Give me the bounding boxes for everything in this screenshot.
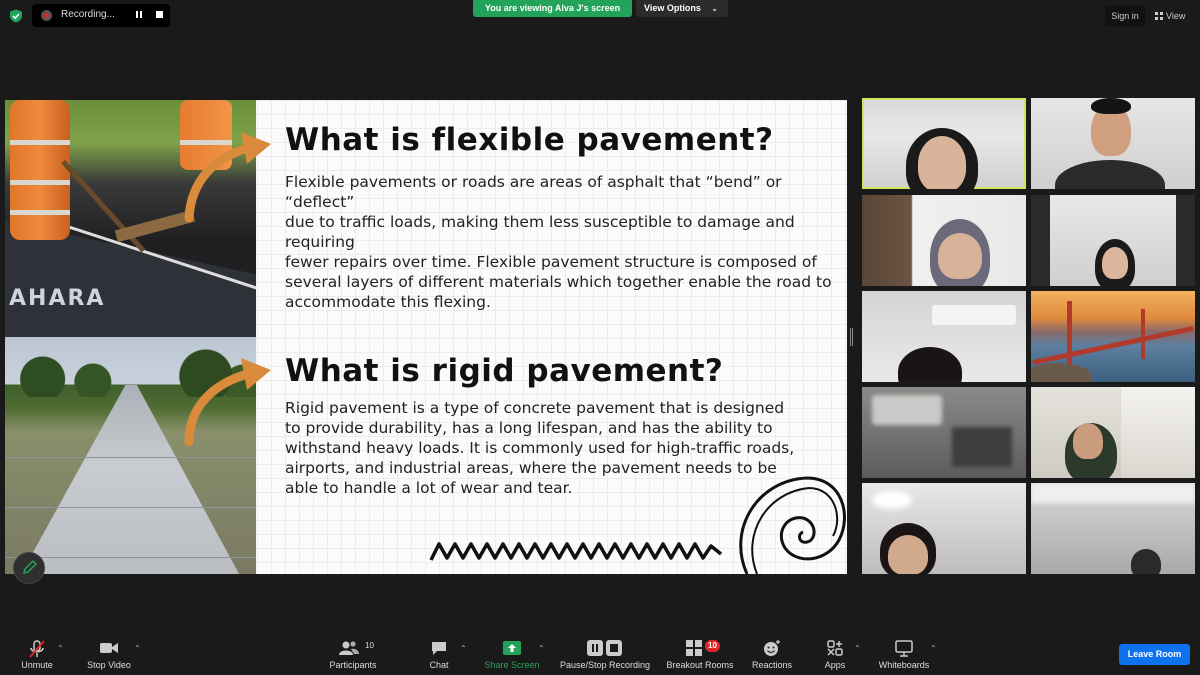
participants-icon [339,641,359,655]
unmute-button[interactable]: Unmute [10,637,64,675]
participant-video-tile[interactable] [862,98,1026,189]
paragraph-line: airports, and industrial areas, where th… [285,459,777,477]
breakout-rooms-button[interactable]: 10 Breakout Rooms [663,637,737,675]
apps-button[interactable]: Apps [818,637,852,675]
video-camera-icon [100,643,118,653]
reactions-label: Reactions [751,660,793,670]
whiteboards-options-caret-icon[interactable]: ⌃ [930,644,937,653]
zigzag-decoration [429,542,723,561]
photo-brand-watermark: AHARA [9,286,106,311]
participants-button[interactable]: 10 Participants [325,637,381,675]
paragraph-line: due to traffic loads, making them less s… [285,213,795,251]
share-screen-icon [503,641,521,655]
security-shield-icon[interactable] [9,9,23,23]
paragraph-line: Rigid pavement is a type of concrete pav… [285,399,785,417]
chat-button[interactable]: Chat [424,637,454,675]
participant-video-tile[interactable] [1031,98,1195,189]
stop-video-button[interactable]: Stop Video [80,637,138,675]
participant-video-tile[interactable] [1031,291,1195,382]
view-button[interactable]: View [1152,6,1192,26]
paragraph-line: to provide durability, has a long lifesp… [285,419,773,437]
pause-stop-recording-icon [587,640,622,656]
chevron-down-icon: ⌄ [711,4,718,13]
chat-bubble-icon [432,642,446,655]
sign-in-button[interactable]: Sign in [1105,6,1145,26]
pause-recording-icon[interactable] [128,6,150,23]
rigid-pavement-paragraph: Rigid pavement is a type of concrete pav… [285,398,794,498]
participant-video-tile[interactable] [1031,387,1195,478]
curved-arrow-icon [184,132,271,223]
recording-label: Recording... [61,9,115,20]
paragraph-line: accommodate this flexing. [285,293,491,311]
audio-options-caret-icon[interactable]: ⌃ [57,644,64,653]
pause-stop-recording-label: Pause/Stop Recording [559,660,651,670]
leave-room-button[interactable]: Leave Room [1119,644,1190,665]
viewing-screen-banner: You are viewing Alva J's screen [473,0,632,17]
whiteboards-label: Whiteboards [878,660,930,670]
paragraph-line: withstand heavy loads. It is commonly us… [285,439,795,457]
apps-options-caret-icon[interactable]: ⌃ [854,644,861,653]
flexible-pavement-heading: What is flexible pavement? [285,122,774,158]
reactions-button[interactable]: Reactions [748,637,796,675]
whiteboard-icon [895,640,913,657]
participants-count: 10 [365,641,374,650]
participant-video-tile[interactable] [862,387,1026,478]
view-options-label: View Options [644,3,701,13]
spiral-decoration [739,476,846,574]
breakout-rooms-icon [686,640,702,656]
share-options-caret-icon[interactable]: ⌃ [538,644,545,653]
microphone-muted-icon [29,640,45,658]
curved-arrow-icon [184,358,271,447]
share-screen-button[interactable]: Share Screen [483,637,541,675]
paragraph-line: several layers of different materials wh… [285,273,832,291]
breakout-rooms-label: Breakout Rooms [666,660,734,670]
resize-divider-handle[interactable] [850,328,853,346]
apps-icon [827,640,843,656]
share-screen-label: Share Screen [484,660,540,670]
reactions-smiley-icon [764,640,780,656]
apps-label: Apps [824,660,846,670]
participant-video-tile[interactable] [1031,195,1195,286]
video-options-caret-icon[interactable]: ⌃ [134,644,141,653]
shared-screen-slide: AHARA What is flexible pavement? Flexibl… [5,100,847,574]
chat-label: Chat [429,660,449,670]
pencil-icon [22,559,38,575]
paragraph-line: Flexible pavements or roads are areas of… [285,173,782,211]
paragraph-line: fewer repairs over time. Flexible paveme… [285,253,817,271]
participant-video-tile[interactable] [862,483,1026,574]
unmute-label: Unmute [21,660,53,670]
rigid-pavement-heading: What is rigid pavement? [285,353,724,389]
annotate-pencil-button[interactable] [13,552,45,584]
pause-stop-recording-button[interactable]: Pause/Stop Recording [556,637,654,675]
view-options-button[interactable]: View Options ⌄ [636,0,728,17]
participant-video-tile[interactable] [862,291,1026,382]
grid-view-icon [1155,12,1163,20]
recording-dot-icon [41,10,52,21]
breakout-rooms-badge: 10 [705,640,720,652]
paragraph-line: able to handle a lot of wear and tear. [285,479,573,497]
participants-label: Participants [329,660,377,670]
stop-recording-icon[interactable] [150,6,168,23]
stop-video-label: Stop Video [87,660,131,670]
flexible-pavement-paragraph: Flexible pavements or roads are areas of… [285,172,847,312]
participant-video-tile[interactable] [862,195,1026,286]
participant-video-tile[interactable] [1031,483,1195,574]
chat-options-caret-icon[interactable]: ⌃ [460,644,467,653]
whiteboards-button[interactable]: Whiteboards [872,637,936,675]
view-label: View [1166,11,1186,21]
